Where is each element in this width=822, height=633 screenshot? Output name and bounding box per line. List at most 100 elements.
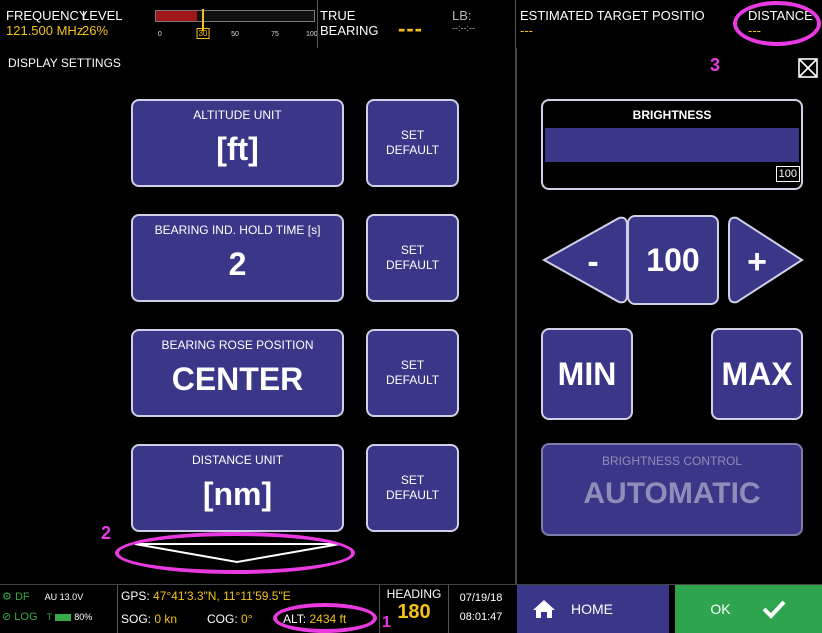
time: 08:01:47 [459,611,503,623]
sog-label: SOG: [121,612,152,626]
rose-position-set-default-button[interactable]: SET DEFAULT [366,329,459,417]
brightness-indicator: BRIGHTNESS 100 [541,99,803,190]
level-tick: 50 [231,31,239,38]
distance-unit-button[interactable]: DISTANCE UNIT [nm] [131,444,344,532]
true-label: TRUE [320,8,356,23]
page-title: DISPLAY SETTINGS [8,56,121,70]
level-tick: 100 [305,31,318,38]
divider [515,0,516,48]
heading-label: HEADING [386,587,442,601]
lb-value: --:--:-- [452,23,475,33]
level-meter-fill [156,11,198,21]
annotation-number: 2 [101,523,112,543]
annotation-number: 1 [382,614,391,631]
set-default-label: SET DEFAULT [385,358,440,387]
level-value: 26% [82,23,109,38]
cog-label: COG: [207,612,238,626]
min-button[interactable]: MIN [541,328,633,420]
brightness-value-display: 100 [627,215,719,305]
gps-label: GPS: [121,589,150,603]
bearing-value: --- [398,16,423,41]
increase-button[interactable]: + [727,215,805,305]
divider [117,585,118,633]
annotation-number: 3 [710,55,721,75]
datetime-readout: 07/19/18 08:01:47 [450,589,512,627]
setting-value: [ft] [216,131,259,167]
level-tick: 75 [271,31,279,38]
brightness-control-label: BRIGHTNESS CONTROL [601,454,742,468]
altitude-set-default-button[interactable]: SET DEFAULT [366,99,459,187]
arrow-right-icon: + [728,216,804,304]
sog-value: 0 kn [154,612,178,626]
annotation-circle [273,603,377,633]
setting-label: DISTANCE UNIT [191,453,284,467]
home-icon [533,600,555,618]
ok-label: OK [710,601,731,617]
altitude-unit-button[interactable]: ALTITUDE UNIT [ft] [131,99,344,187]
divider [317,0,318,48]
decrease-label: - [587,243,598,281]
max-button[interactable]: MAX [711,328,803,420]
set-default-label: SET DEFAULT [385,473,440,502]
setting-value: 2 [228,246,247,282]
close-icon [798,58,818,78]
annotation-circle [733,1,821,46]
gps-value: 47°41'3.3"N, 11°11'59.5"E [153,589,291,603]
level-meter [155,9,315,31]
divider [448,585,449,633]
brightness-bar [545,128,799,162]
bottom-status-bar: ⚙ DF AU 13.0V ⊘ LOG T 80% GPS: 47°41'3.3… [0,584,822,633]
frequency-readout: FREQUENCY 121.500 MHz [6,8,88,39]
home-label: HOME [571,601,613,617]
df-row: ⚙ DF AU 13.0V [2,590,83,603]
voltage: AU 13.0V [44,592,84,602]
setting-value: [nm] [202,476,273,512]
increase-label: + [747,243,767,281]
distance-set-default-button[interactable]: SET DEFAULT [366,444,459,532]
panel-divider [515,48,517,584]
df-label: DF [14,591,30,603]
level-readout: LEVEL 26% [82,8,122,39]
decrease-button[interactable]: - [541,215,631,305]
df-status-icon: ⚙ [2,591,12,603]
bearing-rose-position-button[interactable]: BEARING ROSE POSITION CENTER [131,329,344,417]
true-bearing-readout: TRUE BEARING [320,8,379,38]
annotation-circle [115,532,355,574]
setting-label: ALTITUDE UNIT [193,108,282,122]
ok-button[interactable]: OK [675,585,822,633]
divider [379,585,380,633]
cog-value: 0° [241,612,253,626]
bearing-hold-time-button[interactable]: BEARING IND. HOLD TIME [s] 2 [131,214,344,302]
bearing-label: BEARING [320,23,379,38]
close-button[interactable] [797,57,819,79]
setting-label: BEARING ROSE POSITION [161,338,314,352]
date: 07/19/18 [459,592,503,604]
set-default-label: SET DEFAULT [385,128,440,157]
hold-time-set-default-button[interactable]: SET DEFAULT [366,214,459,302]
brightness-control-button[interactable]: BRIGHTNESS CONTROL AUTOMATIC [541,443,803,536]
est-label: ESTIMATED TARGET POSITIO [520,8,705,23]
level-tick: 0 [157,31,162,38]
estimated-target-position: ESTIMATED TARGET POSITIO --- [520,8,705,39]
log-status-icon: ⊘ [2,611,12,623]
sog-readout: SOG: 0 kn [121,612,177,626]
lb-label: LB: [452,8,472,23]
last-bearing-readout: LB: --:--:-- [452,8,475,33]
gps-readout: GPS: 47°41'3.3"N, 11°11'59.5"E [121,589,291,603]
frequency-value: 121.500 MHz [6,23,84,38]
brightness-value: 100 [775,166,800,182]
level-tick: 30 [196,28,210,39]
checkmark-icon [762,600,786,619]
setting-label: BEARING IND. HOLD TIME [s] [154,223,321,237]
top-status-bar: FREQUENCY 121.500 MHz LEVEL 26% 0 30 50 75 1… [0,0,822,48]
arrow-left-icon: - [541,216,628,304]
est-value: --- [520,23,533,38]
set-default-label: SET DEFAULT [385,243,440,272]
level-scale: 0 30 50 75 100 [155,28,318,41]
log-row: ⊘ LOG T 80% [2,610,92,623]
log-label: LOG [14,611,38,623]
battery-icon [55,613,72,621]
setting-value: CENTER [171,361,304,397]
frequency-label: FREQUENCY [6,8,88,23]
home-button[interactable]: HOME [517,585,669,633]
